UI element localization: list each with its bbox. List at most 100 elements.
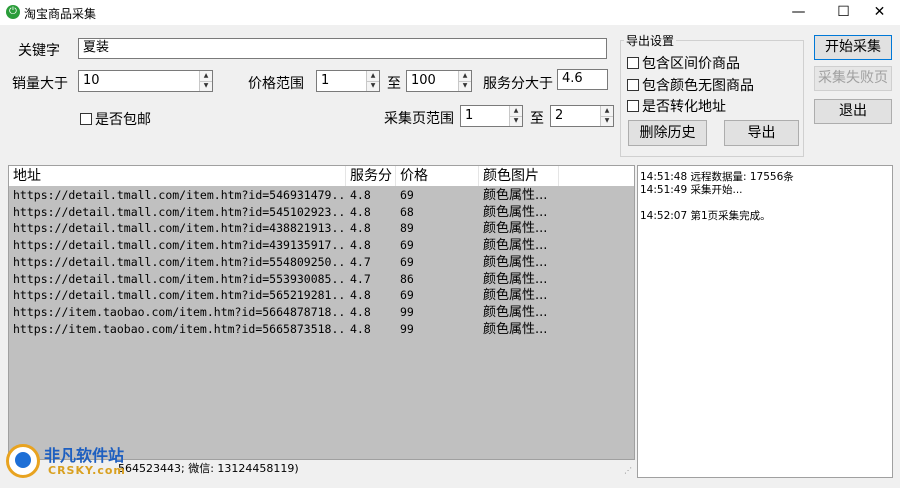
minimize-button[interactable]: — bbox=[776, 0, 821, 25]
checkbox-icon bbox=[80, 113, 92, 125]
column-header-service-score[interactable]: 服务分 bbox=[346, 166, 396, 186]
cell-color-image: 颜色属性... bbox=[483, 221, 548, 237]
watermark-logo: 非凡软件站 CRSKY.com bbox=[4, 438, 144, 486]
logo-icon bbox=[6, 444, 40, 478]
cell-address: https://detail.tmall.com/item.htm?id=546… bbox=[13, 188, 345, 202]
cell-price: 89 bbox=[400, 221, 414, 236]
cell-address: https://detail.tmall.com/item.htm?id=438… bbox=[13, 221, 345, 236]
cell-color-image: 颜色属性... bbox=[483, 271, 548, 287]
sales-value: 10 bbox=[83, 73, 100, 88]
price-min-stepper[interactable]: 1 ▲ ▼ bbox=[316, 70, 380, 92]
free-shipping-checkbox[interactable]: 是否包邮 bbox=[80, 109, 151, 129]
spin-down-icon[interactable]: ▼ bbox=[601, 116, 613, 126]
app-icon: ⏻ bbox=[6, 5, 20, 19]
table-row[interactable]: https://detail.tmall.com/item.htm?id=439… bbox=[9, 237, 634, 254]
log-line: 14:52:07 第1页采集完成。 bbox=[640, 210, 771, 222]
option-interval-price[interactable]: 包含区间价商品 bbox=[627, 53, 740, 73]
delete-history-button[interactable]: 删除历史 bbox=[628, 120, 707, 146]
status-text: 564523443; 微信: 13124458119) bbox=[118, 462, 299, 475]
cell-service-score: 4.8 bbox=[350, 204, 371, 219]
exit-button[interactable]: 退出 bbox=[814, 99, 892, 124]
option-label: 包含颜色无图商品 bbox=[642, 78, 754, 94]
checkbox-icon bbox=[627, 79, 639, 91]
close-button[interactable]: ✕ bbox=[857, 0, 900, 25]
cell-price: 99 bbox=[400, 304, 414, 319]
cell-price: 69 bbox=[400, 288, 414, 303]
table-header: 地址 服务分 价格 颜色图片 bbox=[9, 166, 634, 186]
resize-grip-icon[interactable]: ⋰ bbox=[624, 466, 634, 476]
cell-address: https://detail.tmall.com/item.htm?id=554… bbox=[13, 254, 345, 269]
title-bar bbox=[0, 0, 900, 25]
cell-address: https://item.taobao.com/item.htm?id=5664… bbox=[13, 304, 345, 319]
cell-service-score: 4.8 bbox=[350, 304, 371, 319]
service-score-input[interactable]: 4.6 bbox=[557, 69, 608, 90]
cell-color-image: 颜色属性... bbox=[483, 204, 548, 220]
start-collect-button[interactable]: 开始采集 bbox=[814, 35, 892, 60]
table-row[interactable]: https://item.taobao.com/item.htm?id=5665… bbox=[9, 321, 634, 338]
table-row[interactable]: https://detail.tmall.com/item.htm?id=565… bbox=[9, 287, 634, 304]
cell-service-score: 4.8 bbox=[350, 188, 371, 202]
spin-down-icon[interactable]: ▼ bbox=[367, 81, 379, 91]
cell-address: https://detail.tmall.com/item.htm?id=565… bbox=[13, 288, 345, 303]
table-row[interactable]: https://detail.tmall.com/item.htm?id=553… bbox=[9, 271, 634, 288]
cell-price: 69 bbox=[400, 188, 414, 202]
price-max-stepper[interactable]: 100 ▲ ▼ bbox=[406, 70, 472, 92]
page-min-value: 1 bbox=[465, 108, 474, 123]
table-row[interactable]: https://detail.tmall.com/item.htm?id=554… bbox=[9, 254, 634, 271]
table-row[interactable]: https://detail.tmall.com/item.htm?id=546… bbox=[9, 187, 634, 204]
keyword-label: 关键字 bbox=[18, 43, 60, 59]
window-title: 淘宝商品采集 bbox=[24, 7, 97, 21]
cell-address: https://detail.tmall.com/item.htm?id=439… bbox=[13, 238, 345, 253]
cell-service-score: 4.7 bbox=[350, 254, 371, 269]
cell-color-image: 颜色属性... bbox=[483, 238, 548, 254]
price-range-label: 价格范围 bbox=[248, 76, 304, 92]
export-settings-title: 导出设置 bbox=[624, 32, 677, 49]
watermark-subtitle: CRSKY.com bbox=[48, 464, 126, 477]
table-row[interactable]: https://detail.tmall.com/item.htm?id=438… bbox=[9, 220, 634, 237]
cell-service-score: 4.8 bbox=[350, 238, 371, 253]
checkbox-icon bbox=[627, 57, 639, 69]
price-max-value: 100 bbox=[411, 73, 436, 88]
results-table[interactable]: 地址 服务分 价格 颜色图片 https://detail.tmall.com/… bbox=[8, 165, 635, 460]
cell-price: 69 bbox=[400, 238, 414, 253]
table-row[interactable]: https://detail.tmall.com/item.htm?id=545… bbox=[9, 204, 634, 221]
page-max-stepper[interactable]: 2 ▲ ▼ bbox=[550, 105, 614, 127]
spin-down-icon[interactable]: ▼ bbox=[510, 116, 522, 126]
spin-down-icon[interactable]: ▼ bbox=[459, 81, 471, 91]
cell-address: https://item.taobao.com/item.htm?id=5665… bbox=[13, 321, 345, 336]
cell-service-score: 4.8 bbox=[350, 288, 371, 303]
spin-down-icon[interactable]: ▼ bbox=[200, 81, 212, 91]
keyword-input[interactable]: 夏装 bbox=[78, 38, 607, 59]
cell-service-score: 4.8 bbox=[350, 221, 371, 236]
to-label: 至 bbox=[387, 76, 401, 92]
page-range-label: 采集页范围 bbox=[384, 111, 454, 127]
cell-color-image: 颜色属性... bbox=[483, 188, 548, 203]
service-score-label: 服务分大于 bbox=[483, 76, 553, 92]
sales-stepper[interactable]: 10 ▲ ▼ bbox=[78, 70, 213, 92]
option-label: 是否转化地址 bbox=[642, 99, 726, 115]
cell-color-image: 颜色属性... bbox=[483, 304, 548, 320]
retry-failed-pages-button[interactable]: 采集失败页 bbox=[814, 66, 892, 91]
table-row[interactable]: https://item.taobao.com/item.htm?id=5664… bbox=[9, 304, 634, 321]
watermark-title: 非凡软件站 bbox=[44, 446, 125, 465]
cell-price: 99 bbox=[400, 321, 414, 336]
page-max-value: 2 bbox=[555, 108, 564, 123]
cell-color-image: 颜色属性... bbox=[483, 321, 548, 337]
export-button[interactable]: 导出 bbox=[724, 120, 799, 146]
cell-price: 86 bbox=[400, 271, 414, 286]
log-line: 14:51:49 采集开始... bbox=[640, 184, 743, 196]
cell-address: https://detail.tmall.com/item.htm?id=553… bbox=[13, 271, 345, 286]
option-convert-address[interactable]: 是否转化地址 bbox=[627, 96, 726, 116]
cell-color-image: 颜色属性... bbox=[483, 288, 548, 304]
option-color-no-image[interactable]: 包含颜色无图商品 bbox=[627, 75, 754, 95]
column-header-color-image[interactable]: 颜色图片 bbox=[479, 166, 559, 186]
page-to-label: 至 bbox=[530, 111, 544, 127]
column-header-address[interactable]: 地址 bbox=[9, 166, 346, 186]
sales-label: 销量大于 bbox=[12, 76, 68, 92]
checkbox-icon bbox=[627, 100, 639, 112]
free-shipping-label: 是否包邮 bbox=[95, 112, 151, 128]
page-min-stepper[interactable]: 1 ▲ ▼ bbox=[460, 105, 523, 127]
log-panel[interactable]: 14:51:48 远程数据量: 17556条 14:51:49 采集开始... … bbox=[637, 165, 893, 478]
column-header-price[interactable]: 价格 bbox=[396, 166, 479, 186]
cell-service-score: 4.7 bbox=[350, 271, 371, 286]
